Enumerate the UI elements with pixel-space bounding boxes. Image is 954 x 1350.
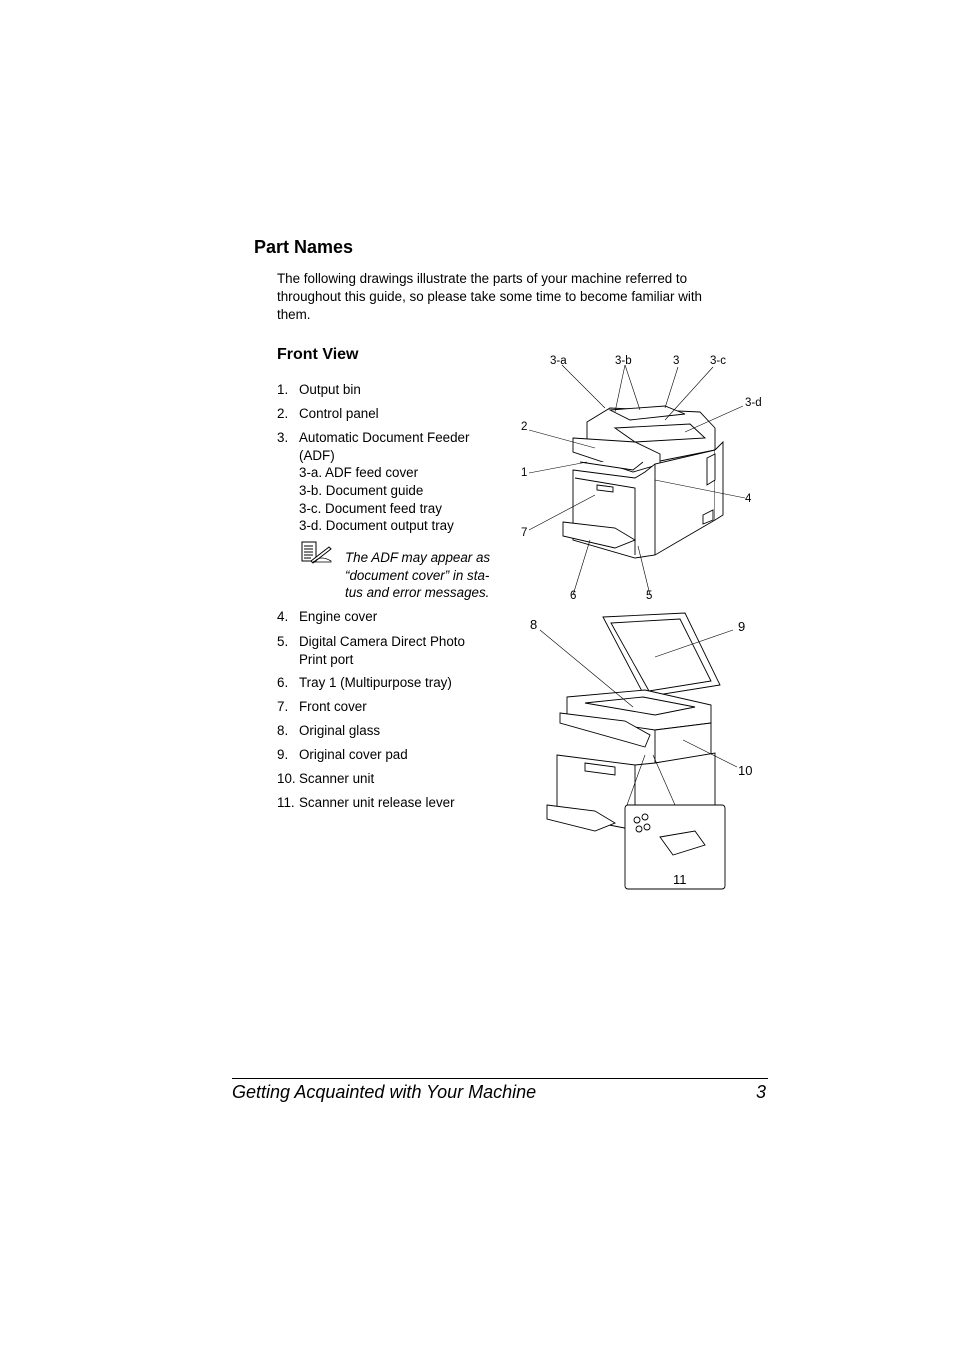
callout-label: 8 — [530, 617, 538, 632]
list-item: 10. Scanner unit — [277, 770, 509, 788]
callout-label: 11 — [673, 872, 687, 887]
callout-label: 2 — [521, 421, 528, 433]
callout-label: 6 — [570, 590, 577, 602]
leader-line — [664, 366, 679, 409]
leader-line — [572, 539, 591, 596]
subsection-title: Front View — [277, 346, 359, 363]
item-text: Digital Camera Direct Photo Print port — [299, 634, 465, 667]
open-cover-figure: 8 9 10 11 — [515, 605, 775, 895]
item-text: Original cover pad — [299, 747, 408, 762]
item-text: Original glass — [299, 723, 381, 738]
note-text: The ADF may appear as “document cover” i… — [345, 549, 510, 602]
list-item: 9. Original cover pad — [277, 746, 509, 764]
intro-line: The following drawings illustrate the pa… — [277, 271, 688, 286]
callout-label: 3-c — [710, 355, 726, 367]
callout-label: 4 — [745, 493, 752, 505]
sub-item: 3-d. Document output tray — [299, 518, 454, 533]
item-text: Front cover — [299, 699, 367, 714]
item-text: Output bin — [299, 382, 361, 397]
item-text: Scanner unit release lever — [299, 795, 455, 810]
note-line: “document cover” in sta- — [345, 567, 490, 583]
item-number: 11. — [277, 795, 295, 810]
list-item: 3. Automatic Document Feeder (ADF) — [277, 429, 494, 464]
callout-label: 3-d — [745, 397, 762, 409]
item-number: 6. — [277, 675, 289, 690]
item-number: 3. — [277, 430, 289, 445]
callout-label: 1 — [521, 467, 528, 479]
callout-label: 7 — [521, 527, 528, 539]
callout-label: 9 — [738, 619, 746, 634]
item-number: 1. — [277, 382, 289, 397]
intro-paragraph: The following drawings illustrate the pa… — [277, 270, 747, 324]
item-number: 8. — [277, 723, 289, 738]
leader-line — [624, 364, 641, 411]
sub-item: 3-b. Document guide — [299, 483, 424, 498]
list-item: 8. Original glass — [277, 722, 509, 740]
item-text: Scanner unit — [299, 771, 375, 786]
leader-line — [614, 364, 626, 413]
callout-label: 10 — [738, 763, 753, 778]
callout-label: 3 — [673, 355, 680, 367]
sub-item: 3-c. Document feed tray — [299, 501, 442, 516]
list-item: 1. Output bin — [277, 381, 509, 399]
footer-chapter-title: Getting Acquainted with Your Machine — [232, 1082, 537, 1102]
list-item: 11. Scanner unit release lever — [277, 794, 509, 812]
sub-item: 3-a. ADF feed cover — [299, 465, 419, 480]
item-text: Engine cover — [299, 609, 378, 624]
note-pencil-icon — [301, 541, 333, 565]
item-number: 10. — [277, 771, 296, 786]
note-line: tus and error messages. — [345, 585, 490, 600]
list-item: 5. Digital Camera Direct Photo Print port — [277, 633, 489, 668]
list-item: 6. Tray 1 (Multipurpose tray) — [277, 674, 509, 692]
item-number: 5. — [277, 634, 289, 649]
item-number: 9. — [277, 747, 289, 762]
printer-drawing — [528, 364, 746, 596]
list-item: 4. Engine cover — [277, 608, 509, 626]
section-title: Part Names — [254, 237, 354, 257]
item-number: 4. — [277, 609, 289, 624]
item-number: 7. — [277, 699, 289, 714]
intro-line: them. — [277, 307, 311, 322]
callout-label: 5 — [646, 590, 653, 602]
leader-line — [561, 364, 606, 409]
footer-divider — [232, 1078, 768, 1079]
list-item: 7. Front cover — [277, 698, 509, 716]
item-text: Tray 1 (Multipurpose tray) — [299, 675, 452, 690]
callout-label: 3-a — [550, 355, 567, 367]
note-line: The ADF may appear as — [345, 550, 491, 565]
printer-open-drawing — [539, 612, 738, 890]
item-text: Automatic Document Feeder (ADF) — [299, 430, 470, 463]
callout-label: 3-b — [615, 355, 632, 367]
intro-line: throughout this guide, so please take so… — [277, 289, 703, 304]
page-number: 3 — [756, 1082, 767, 1102]
item-text: Control panel — [299, 406, 379, 421]
front-view-figure: 3-a 3-b 3 3-c 3-d 2 1 4 7 6 5 — [515, 350, 775, 610]
item-number: 2. — [277, 406, 289, 421]
list-item: 2. Control panel — [277, 405, 509, 423]
